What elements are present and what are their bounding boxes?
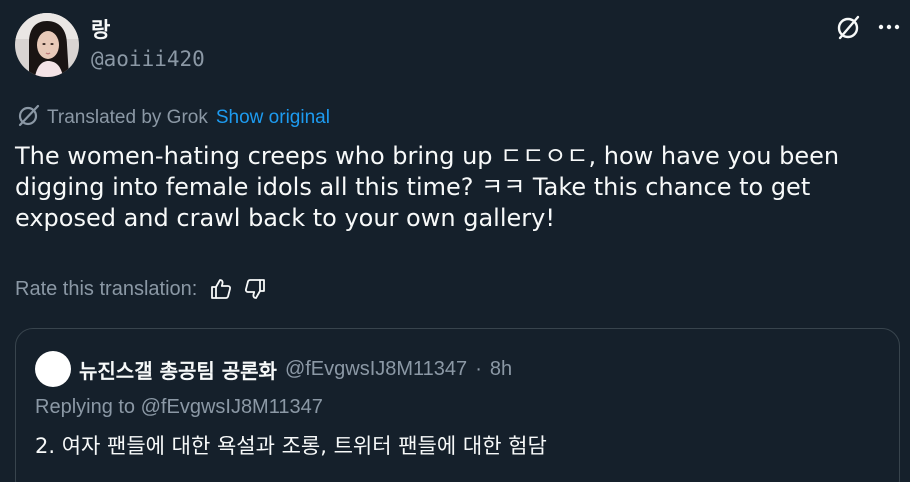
author-display-name[interactable]: 랑 xyxy=(91,14,110,44)
more-dots-icon[interactable] xyxy=(878,24,900,30)
show-original-link[interactable]: Show original xyxy=(216,107,330,129)
grok-slash-circle-icon[interactable] xyxy=(836,14,862,40)
rate-translation-label: Rate this translation: xyxy=(15,277,198,300)
avatar[interactable] xyxy=(15,13,79,77)
translated-by-label: Translated by Grok xyxy=(47,107,208,128)
thumbs-up-icon[interactable] xyxy=(209,277,233,301)
quoted-separator: · xyxy=(475,357,482,380)
author-handle[interactable]: @aoiii420 xyxy=(91,47,205,71)
translation-bar: Translated by Grok Show original xyxy=(17,103,330,133)
quoted-text: 2. 여자 팬들에 대한 욕설과 조롱, 트위터 팬들에 대한 험담 xyxy=(35,434,547,458)
quoted-handle[interactable]: @fEvgwsIJ8M11347 xyxy=(285,358,467,381)
thumbs-down-icon[interactable] xyxy=(243,277,267,301)
rate-translation: Rate this translation: xyxy=(15,277,267,301)
quoted-avatar[interactable] xyxy=(35,351,71,387)
profile-photo-icon xyxy=(15,13,79,77)
tweet: 랑 @aoiii420 Translated by Grok Show orig… xyxy=(0,0,910,482)
quoted-display-name[interactable]: 뉴진스갤 총공팀 공론화 xyxy=(79,355,277,384)
tweet-text: The women-hating creeps who bring up ㄷㄷㅇ… xyxy=(15,142,840,232)
quoted-tweet-header: 뉴진스갤 총공팀 공론화 @fEvgwsIJ8M11347 · 8h xyxy=(35,351,512,387)
grok-translate-icon xyxy=(17,103,41,133)
quoted-replying-to: Replying to @fEvgwsIJ8M11347 xyxy=(35,396,323,418)
quoted-timestamp[interactable]: 8h xyxy=(490,358,512,381)
header-actions xyxy=(836,14,900,40)
quoted-tweet[interactable]: 뉴진스갤 총공팀 공론화 @fEvgwsIJ8M11347 · 8h Reply… xyxy=(15,328,900,482)
